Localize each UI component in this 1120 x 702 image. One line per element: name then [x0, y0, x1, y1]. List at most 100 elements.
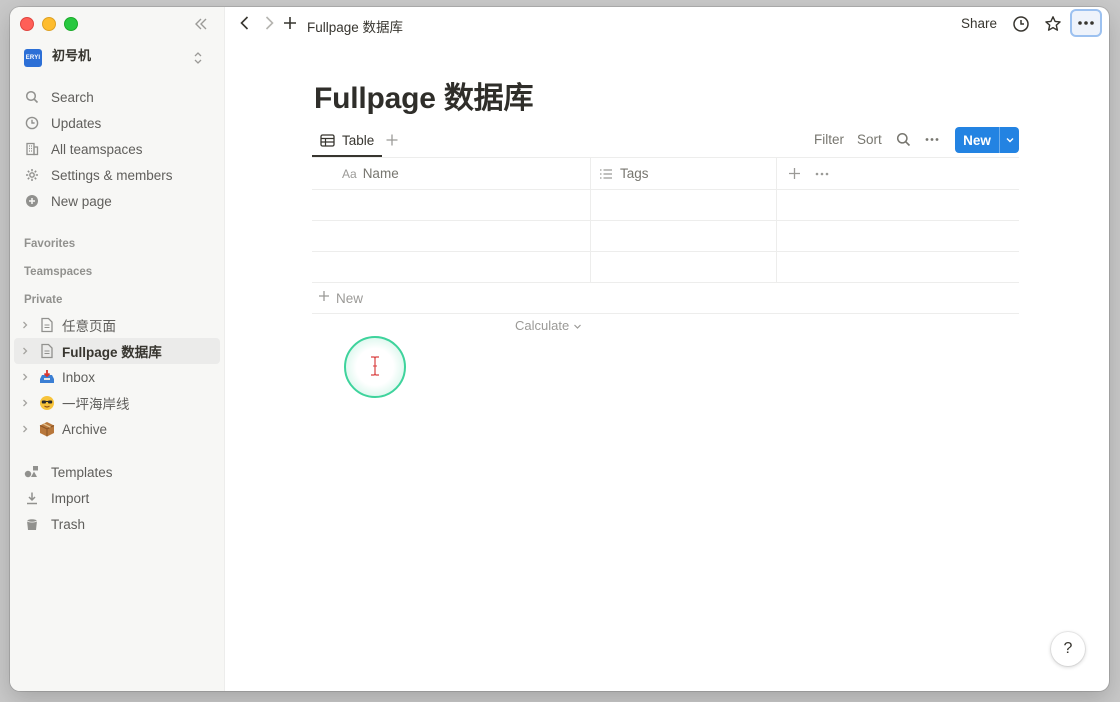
history-clock-icon[interactable] — [1012, 15, 1030, 38]
sidebar-page-fullpage-db[interactable]: Fullpage 数据库 — [14, 338, 220, 364]
share-button[interactable]: Share — [961, 16, 997, 31]
sidebar-page-archive[interactable]: Archive — [14, 416, 220, 442]
sidebar-item-label: Templates — [51, 464, 113, 480]
add-row-label: New — [336, 290, 364, 306]
view-more-icon[interactable] — [924, 132, 940, 152]
chevron-down-icon[interactable] — [1000, 136, 1019, 144]
page-label: 任意页面 — [62, 319, 116, 334]
sidebar-item-label: New page — [51, 193, 112, 209]
column-header-name[interactable]: Aa Name — [342, 158, 399, 189]
column-header-tags[interactable]: Tags — [599, 158, 649, 189]
sidebar-page-inbox[interactable]: Inbox — [14, 364, 220, 390]
text-cursor-icon — [371, 356, 379, 376]
help-button[interactable]: ? — [1051, 632, 1085, 666]
sidebar-bottom-nav: Templates Import Trash — [14, 459, 220, 537]
sidebar-item-teamspaces[interactable]: All teamspaces — [14, 136, 220, 162]
page-label: Inbox — [62, 369, 96, 385]
chevron-right-icon[interactable] — [20, 424, 32, 434]
new-record-button[interactable]: New — [955, 127, 1019, 153]
sidebar-item-label: Settings & members — [51, 167, 173, 183]
more-options-button[interactable] — [1072, 11, 1100, 35]
click-indicator — [344, 336, 406, 398]
sidebar: ERYI 初号机 Search Updates All teamspaces S… — [10, 7, 225, 691]
download-icon — [24, 490, 40, 506]
search-icon — [24, 89, 40, 105]
private-pages: 任意页面 Fullpage 数据库 Inbox 一坪海岸线 Archive — [14, 312, 220, 442]
sunglasses-face-emoji — [38, 394, 56, 412]
column-divider[interactable] — [776, 157, 777, 282]
sidebar-item-label: Updates — [51, 115, 102, 131]
breadcrumb[interactable]: Fullpage 数据库 — [307, 16, 403, 36]
plus-circle-icon — [24, 193, 40, 209]
page-label: 一坪海岸线 — [62, 397, 130, 412]
calculate-label: Calculate — [515, 318, 570, 333]
add-row-button[interactable]: New — [312, 283, 1019, 314]
database-table: Aa Name Tags New — [312, 157, 1019, 314]
chevron-right-icon[interactable] — [20, 372, 32, 382]
chevron-right-icon[interactable] — [20, 398, 32, 408]
table-icon — [320, 133, 335, 147]
minimize-window-button[interactable] — [42, 17, 56, 31]
inbox-tray-emoji — [38, 368, 56, 386]
table-row[interactable] — [312, 190, 1019, 221]
workspace-switcher[interactable]: ERYI 初号机 — [24, 44, 204, 72]
new-button-label: New — [963, 132, 991, 148]
gear-icon — [24, 167, 40, 183]
column-divider[interactable] — [590, 157, 591, 282]
page-icon — [38, 316, 56, 334]
section-teamspaces[interactable]: Teamspaces — [24, 266, 92, 278]
page-title[interactable]: Fullpage 数据库 — [314, 73, 533, 117]
add-column-icon[interactable] — [788, 158, 801, 189]
sidebar-item-updates[interactable]: Updates — [14, 110, 220, 136]
sidebar-nav: Search Updates All teamspaces Settings &… — [14, 84, 220, 214]
table-row[interactable] — [312, 252, 1019, 283]
column-more-icon[interactable] — [815, 158, 829, 189]
chevron-right-icon[interactable] — [20, 320, 32, 330]
sidebar-item-import[interactable]: Import — [14, 485, 220, 511]
sidebar-item-label: Search — [51, 89, 94, 105]
sidebar-item-trash[interactable]: Trash — [14, 511, 220, 537]
column-label: Name — [362, 166, 399, 181]
favorite-star-icon[interactable] — [1044, 15, 1062, 38]
chevron-right-icon[interactable] — [20, 346, 32, 356]
sidebar-page-renyi[interactable]: 任意页面 — [14, 312, 220, 338]
section-private[interactable]: Private — [24, 294, 62, 306]
clock-icon — [24, 115, 40, 131]
sidebar-item-label: Trash — [51, 516, 86, 532]
workspace-logo: ERYI — [24, 49, 42, 67]
sidebar-item-new-page[interactable]: New page — [14, 188, 220, 214]
sort-button[interactable]: Sort — [857, 132, 882, 147]
sidebar-item-settings[interactable]: Settings & members — [14, 162, 220, 188]
window-controls — [20, 17, 78, 31]
forward-arrow-icon[interactable] — [262, 15, 276, 36]
add-view-icon[interactable] — [385, 131, 399, 152]
chevron-updown-icon — [192, 50, 204, 66]
back-arrow-icon[interactable] — [238, 15, 252, 36]
zoom-window-button[interactable] — [64, 17, 78, 31]
database-view-bar: Table Filter Sort New — [312, 125, 1020, 157]
tab-table-view[interactable]: Table — [312, 125, 383, 157]
tab-label: Table — [342, 132, 375, 148]
list-icon — [600, 168, 612, 179]
sidebar-item-templates[interactable]: Templates — [14, 459, 220, 485]
page-icon — [38, 342, 56, 360]
text-type-icon: Aa — [342, 166, 357, 181]
column-label: Tags — [620, 166, 649, 181]
table-header: Aa Name Tags — [312, 157, 1019, 190]
sidebar-page-coastline[interactable]: 一坪海岸线 — [14, 390, 220, 416]
collapse-sidebar-icon[interactable] — [192, 15, 212, 33]
app-window: ERYI 初号机 Search Updates All teamspaces S… — [10, 7, 1109, 691]
sidebar-item-search[interactable]: Search — [14, 84, 220, 110]
section-favorites[interactable]: Favorites — [24, 238, 75, 250]
building-icon — [24, 141, 40, 157]
page-label: Fullpage 数据库 — [62, 345, 162, 360]
search-icon[interactable] — [896, 132, 911, 152]
filter-button[interactable]: Filter — [814, 132, 844, 147]
close-window-button[interactable] — [20, 17, 34, 31]
workspace-name: 初号机 — [52, 47, 92, 63]
new-tab-plus-icon[interactable] — [282, 15, 298, 36]
topbar: Fullpage 数据库 Share — [224, 7, 1109, 41]
sidebar-item-label: Import — [51, 490, 90, 506]
calculate-dropdown[interactable]: Calculate — [515, 318, 582, 333]
table-row[interactable] — [312, 221, 1019, 252]
